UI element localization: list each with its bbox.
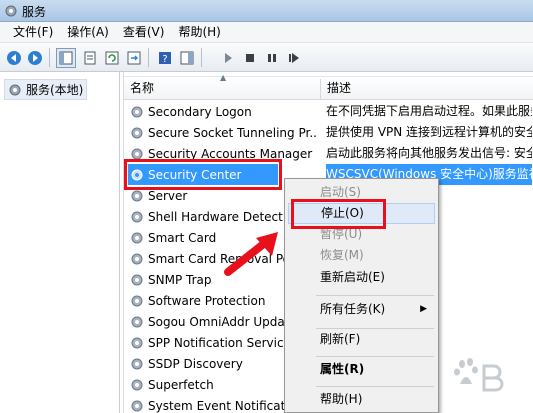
service-name: Software Protection: [148, 293, 266, 308]
service-name: Shell Hardware Detectio: [148, 209, 294, 224]
menu-help[interactable]: 帮助(H): [171, 23, 227, 42]
service-name: SSDP Discovery: [148, 356, 243, 371]
stop-icon[interactable]: [240, 48, 260, 68]
tree-item-label: 服务(本地): [26, 83, 84, 97]
help-icon[interactable]: ?: [155, 48, 175, 68]
service-name: Secure Socket Tunneling Pr...: [148, 125, 316, 140]
service-name: Server: [148, 188, 188, 203]
start-icon[interactable]: [218, 48, 238, 68]
table-row[interactable]: Secure Socket Tunneling Pr... 提供使用 VPN 连…: [124, 122, 533, 143]
service-name: Superfetch: [148, 377, 214, 392]
service-desc: 启动此服务将向其他服务发出信号: 安全: [326, 146, 532, 160]
annotation-box-security-center: [124, 159, 282, 190]
list-header: ▲ 名称 描述: [124, 73, 533, 101]
context-menu-label: 所有任务(K): [320, 302, 386, 316]
restart-icon[interactable]: [284, 48, 304, 68]
properties-icon[interactable]: [80, 48, 100, 68]
service-gear-icon: [131, 316, 143, 327]
context-menu-restart[interactable]: 重新启动(E): [288, 267, 435, 288]
service-name: SPP Notification Service: [148, 335, 291, 350]
column-header-desc[interactable]: 描述: [321, 77, 533, 101]
submenu-arrow-icon: ▶: [420, 304, 427, 314]
service-gear-icon: [131, 274, 143, 285]
service-gear-icon: [131, 358, 143, 369]
menu-file[interactable]: 文件(F): [6, 23, 60, 42]
annotation-box-stop: [291, 199, 386, 229]
forward-icon[interactable]: [25, 48, 45, 68]
console-tree: 服务(本地): [0, 72, 120, 413]
service-desc: 提供使用 VPN 连接到远程计算机的安全: [326, 125, 532, 139]
export-icon[interactable]: [124, 48, 144, 68]
context-menu-all-tasks[interactable]: 所有任务(K) ▶: [288, 299, 435, 320]
watermark-logo-icon: [454, 358, 504, 392]
toolbar-separator: [201, 48, 202, 67]
service-gear-icon: [131, 295, 143, 306]
context-menu-help[interactable]: 帮助(H): [288, 389, 435, 410]
svg-text:?: ?: [162, 54, 167, 65]
context-menu-separator: [316, 295, 434, 296]
title-bar: 服务: [0, 0, 533, 22]
refresh-icon[interactable]: [102, 48, 122, 68]
service-gear-icon: [131, 337, 143, 348]
toolbar-separator: [49, 48, 50, 67]
window-title: 服务: [22, 5, 47, 19]
context-menu-resume[interactable]: 恢复(M): [288, 245, 435, 266]
pane-icon[interactable]: [177, 48, 197, 68]
toolbar-separator: [148, 48, 149, 67]
context-menu-properties[interactable]: 属性(R): [288, 359, 435, 380]
context-menu-refresh[interactable]: 刷新(F): [288, 329, 435, 350]
annotation-arrow-icon: [224, 232, 278, 276]
service-gear-icon: [131, 190, 143, 201]
service-gear-icon: [131, 127, 143, 138]
service-name: Sogou OmniAddr Upda: [148, 314, 285, 329]
menu-view[interactable]: 查看(V): [116, 23, 172, 42]
pause-icon[interactable]: [262, 48, 282, 68]
menu-action[interactable]: 操作(A): [60, 23, 116, 42]
service-gear-icon: [131, 211, 143, 222]
service-name: Smart Card: [148, 230, 217, 245]
context-menu-separator: [316, 386, 434, 387]
service-gear-icon: [131, 253, 143, 264]
services-gear-icon: [5, 5, 17, 17]
service-gear-icon: [131, 400, 143, 411]
tree-item-services-local[interactable]: 服务(本地): [4, 79, 88, 100]
toolbar: ?: [0, 43, 533, 72]
console-tree-icon[interactable]: [56, 48, 76, 68]
service-gear-icon: [131, 379, 143, 390]
service-desc: 在不同凭据下启用启动过程。如果此服务: [326, 104, 532, 118]
back-icon[interactable]: [4, 48, 24, 68]
services-gear-icon: [9, 84, 21, 95]
context-menu-separator: [316, 356, 434, 357]
service-gear-icon: [131, 106, 143, 117]
table-row[interactable]: Secondary Logon 在不同凭据下启用启动过程。如果此服务: [124, 101, 533, 122]
service-name: SNMP Trap: [148, 272, 212, 287]
service-gear-icon: [131, 232, 143, 243]
service-name: System Event Notificatio: [148, 398, 297, 413]
service-name: Secondary Logon: [148, 104, 252, 119]
menu-bar: 文件(F) 操作(A) 查看(V) 帮助(H): [0, 22, 533, 43]
column-header-name[interactable]: 名称: [124, 77, 320, 101]
